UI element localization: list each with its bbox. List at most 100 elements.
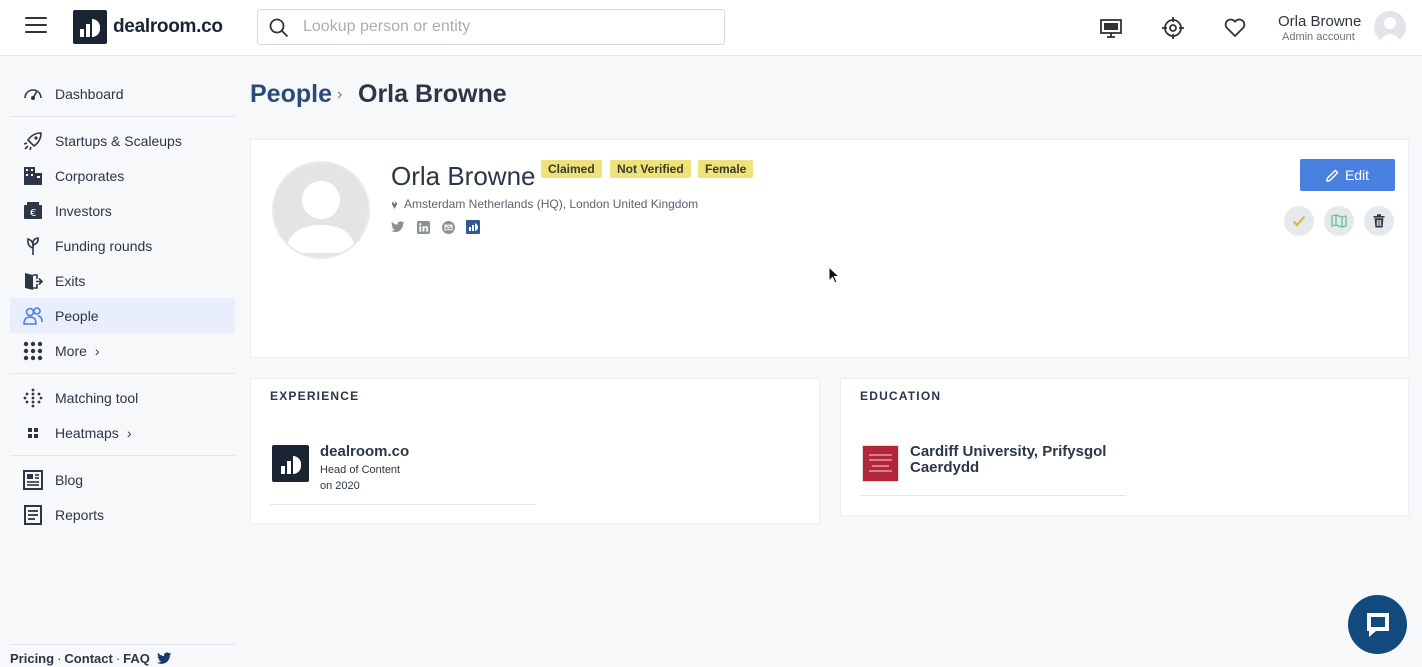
sidebar-item-label: More <box>55 342 87 359</box>
social-links <box>391 220 480 234</box>
linkedin-icon[interactable] <box>416 220 430 234</box>
sidebar-item-funding-rounds[interactable]: Funding rounds <box>10 228 235 263</box>
user-name[interactable]: Orla Browne <box>1278 13 1361 30</box>
claimed-badge: Claimed <box>541 160 602 178</box>
not-verified-badge: Not Verified <box>610 160 691 178</box>
heart-icon[interactable] <box>1223 16 1247 40</box>
education-title: EDUCATION <box>860 389 942 403</box>
monitor-icon[interactable] <box>1099 16 1123 40</box>
search-box[interactable] <box>257 9 725 45</box>
exit-icon <box>22 270 44 292</box>
sidebar-item-exits[interactable]: Exits <box>10 263 235 298</box>
email-icon[interactable] <box>441 220 455 234</box>
chevron-right-icon: › <box>337 86 343 103</box>
sidebar-item-dashboard[interactable]: Dashboard <box>10 76 235 111</box>
rocket-icon <box>22 130 44 152</box>
footer-separator: · <box>57 651 62 666</box>
sidebar-item-label: Reports <box>55 506 105 523</box>
search-input[interactable] <box>303 10 713 44</box>
entry-divider <box>860 495 1126 496</box>
menu-icon[interactable] <box>25 17 47 35</box>
sidebar-item-label: Exits <box>55 272 86 289</box>
report-icon <box>22 504 44 526</box>
profile-name: Orla Browne <box>391 161 536 191</box>
newspaper-icon <box>22 469 44 491</box>
people-icon <box>22 305 44 327</box>
sidebar-item-startups[interactable]: Startups & Scaleups <box>10 123 235 158</box>
experience-role: Head of Content <box>320 464 401 476</box>
cardiff-university-logo[interactable] <box>862 445 899 482</box>
sidebar-item-label: People <box>55 307 99 324</box>
page-title: Orla Browne <box>358 80 507 108</box>
dealroom-logo[interactable]: dealroom.co <box>73 10 223 44</box>
sidebar-item-label: Dashboard <box>55 85 124 102</box>
dealroom-profile-icon[interactable] <box>466 220 480 234</box>
sidebar-item-reports[interactable]: Reports <box>10 497 235 532</box>
education-card: EDUCATION Cardiff University, Prifysgol … <box>840 378 1409 516</box>
experience-card: EXPERIENCE dealroom.co Head of Content o… <box>250 378 820 524</box>
sidebar-item-more[interactable]: More › <box>10 333 235 368</box>
contact-link[interactable]: Contact <box>64 651 112 666</box>
svg-text:€: € <box>30 208 36 219</box>
sidebar-item-people[interactable]: People <box>10 298 235 333</box>
sidebar-item-label: Investors <box>55 202 112 219</box>
sidebar-footer: Pricing · Contact · FAQ <box>10 651 172 666</box>
target-icon[interactable] <box>1161 16 1185 40</box>
logo-text: dealroom.co <box>113 16 223 37</box>
dashboard-icon <box>22 83 44 105</box>
school-name-line2: Caerdydd <box>910 459 980 476</box>
sidebar-item-label: Startups & Scaleups <box>55 132 182 149</box>
twitter-icon[interactable] <box>391 220 405 234</box>
delete-button[interactable] <box>1364 206 1394 236</box>
profile-card: Orla Browne Claimed Not Verified Female … <box>250 139 1409 358</box>
wallet-icon: € <box>22 200 44 222</box>
building-icon <box>22 165 44 187</box>
footer-separator: · <box>115 651 121 666</box>
profile-avatar <box>272 161 370 259</box>
location-text: Amsterdam Netherlands (HQ), London Unite… <box>404 197 699 211</box>
chevron-right-icon: › <box>126 424 132 441</box>
chevron-right-icon: › <box>94 342 100 359</box>
trash-icon <box>1373 214 1385 228</box>
sidebar-item-corporates[interactable]: Corporates <box>10 158 235 193</box>
squares-icon <box>22 422 44 444</box>
location-pin-icon <box>391 201 398 209</box>
breadcrumb-people-link[interactable]: People <box>250 80 332 109</box>
entry-divider <box>270 504 536 505</box>
chat-support-button[interactable] <box>1348 595 1407 654</box>
sidebar-item-label: Blog <box>55 471 84 488</box>
sidebar-item-label: Funding rounds <box>55 237 153 254</box>
dealroom-company-logo[interactable] <box>272 445 309 482</box>
pricing-link[interactable]: Pricing <box>10 651 54 666</box>
verify-button[interactable] <box>1284 206 1314 236</box>
map-button[interactable] <box>1324 206 1354 236</box>
mouse-cursor-icon <box>828 266 840 284</box>
sidebar-item-heatmaps[interactable]: Heatmaps › <box>10 415 235 450</box>
faq-link[interactable]: FAQ <box>123 651 150 666</box>
seedling-icon <box>22 235 44 257</box>
sidebar-item-investors[interactable]: € Investors <box>10 193 235 228</box>
sidebar-divider <box>10 116 235 117</box>
sidebar-item-blog[interactable]: Blog <box>10 462 235 497</box>
sidebar-divider <box>10 455 235 456</box>
chat-bubble-icon <box>1366 612 1389 637</box>
school-name-line1: Cardiff University, Prifysgol <box>910 443 1107 460</box>
sidebar-item-matching-tool[interactable]: Matching tool <box>10 380 235 415</box>
grid-icon <box>22 340 44 362</box>
sidebar-divider <box>10 644 235 645</box>
dealroom-logo-mark <box>73 10 107 44</box>
twitter-icon[interactable] <box>156 652 172 665</box>
experience-title: EXPERIENCE <box>270 389 360 403</box>
user-role: Admin account <box>1282 31 1355 43</box>
education-school[interactable]: Cardiff University, Prifysgol Caerdydd <box>910 444 1106 476</box>
gender-badge: Female <box>698 160 754 178</box>
experience-period: on 2020 <box>320 480 360 492</box>
user-avatar[interactable] <box>1374 11 1406 43</box>
sidebar-item-label: Matching tool <box>55 389 139 406</box>
dots-icon <box>22 387 44 409</box>
experience-company[interactable]: dealroom.co <box>320 444 409 460</box>
checkmark-icon <box>1292 215 1306 227</box>
sidebar-item-label: Heatmaps <box>55 424 119 441</box>
edit-button[interactable]: Edit <box>1300 159 1395 191</box>
edit-button-label: Edit <box>1344 167 1370 183</box>
